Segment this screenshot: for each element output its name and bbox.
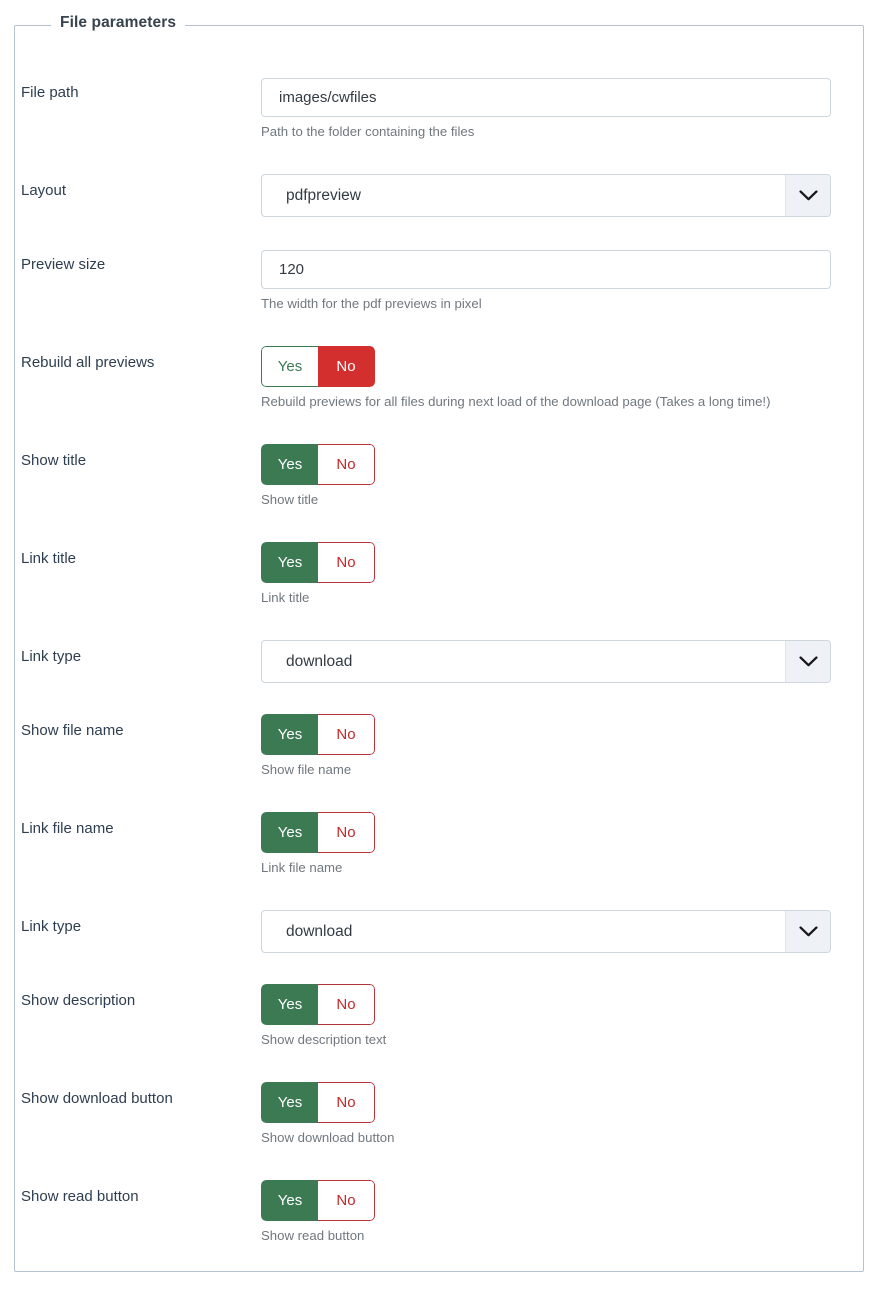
toggle-show-download-button: YesNo: [261, 1082, 375, 1123]
control-show-description: YesNo: [261, 984, 375, 1025]
chevron-down-icon[interactable]: [785, 641, 830, 682]
control-link-type-file-name: download: [261, 910, 831, 953]
control-rebuild-all-previews: YesNo: [261, 346, 375, 387]
toggle-rebuild-all-previews: YesNo: [261, 346, 375, 387]
toggle-yes-link-title[interactable]: Yes: [261, 542, 318, 583]
toggle-no-show-read-button[interactable]: No: [318, 1180, 375, 1221]
help-show-read-button: Show read button: [261, 1228, 364, 1244]
help-preview-size: The width for the pdf previews in pixel: [261, 296, 482, 312]
input-preview-size[interactable]: [261, 250, 831, 289]
select-value-link-type-title: download: [286, 641, 784, 682]
label-link-type-title: Link type: [21, 647, 256, 667]
toggle-yes-rebuild-all-previews[interactable]: Yes: [261, 346, 318, 387]
toggle-yes-show-read-button[interactable]: Yes: [261, 1180, 318, 1221]
label-link-type-file-name: Link type: [21, 917, 256, 937]
help-link-title: Link title: [261, 590, 309, 606]
select-value-link-type-file-name: download: [286, 911, 784, 952]
label-show-read-button: Show read button: [21, 1187, 256, 1207]
toggle-link-file-name: YesNo: [261, 812, 375, 853]
toggle-no-show-description[interactable]: No: [318, 984, 375, 1025]
toggle-no-show-download-button[interactable]: No: [318, 1082, 375, 1123]
help-show-title: Show title: [261, 492, 318, 508]
select-value-layout: pdfpreview: [286, 175, 784, 216]
toggle-yes-show-file-name[interactable]: Yes: [261, 714, 318, 755]
help-link-file-name: Link file name: [261, 860, 342, 876]
toggle-yes-show-description[interactable]: Yes: [261, 984, 318, 1025]
label-file-path: File path: [21, 83, 256, 103]
toggle-yes-show-download-button[interactable]: Yes: [261, 1082, 318, 1123]
help-show-file-name: Show file name: [261, 762, 351, 778]
input-file-path[interactable]: [261, 78, 831, 117]
toggle-no-link-title[interactable]: No: [318, 542, 375, 583]
toggle-no-link-file-name[interactable]: No: [318, 812, 375, 853]
label-preview-size: Preview size: [21, 255, 256, 275]
label-layout: Layout: [21, 181, 256, 201]
control-link-type-title: download: [261, 640, 831, 683]
control-show-title: YesNo: [261, 444, 375, 485]
label-show-description: Show description: [21, 991, 256, 1011]
select-layout[interactable]: pdfpreview: [261, 174, 831, 217]
toggle-show-file-name: YesNo: [261, 714, 375, 755]
toggle-show-read-button: YesNo: [261, 1180, 375, 1221]
label-rebuild-all-previews: Rebuild all previews: [21, 353, 256, 373]
help-rebuild-all-previews: Rebuild previews for all files during ne…: [261, 394, 770, 410]
label-show-download-button: Show download button: [21, 1089, 256, 1109]
toggle-no-rebuild-all-previews[interactable]: No: [318, 346, 375, 387]
select-link-type-file-name[interactable]: download: [261, 910, 831, 953]
toggle-link-title: YesNo: [261, 542, 375, 583]
label-show-title: Show title: [21, 451, 256, 471]
control-link-title: YesNo: [261, 542, 375, 583]
toggle-show-description: YesNo: [261, 984, 375, 1025]
chevron-down-icon[interactable]: [785, 175, 830, 216]
control-show-file-name: YesNo: [261, 714, 375, 755]
fieldset-legend: File parameters: [51, 14, 185, 32]
toggle-no-show-title[interactable]: No: [318, 444, 375, 485]
page-root: File parameters File path Path to the fol…: [0, 0, 878, 1315]
label-link-title: Link title: [21, 549, 256, 569]
toggle-yes-show-title[interactable]: Yes: [261, 444, 318, 485]
label-show-file-name: Show file name: [21, 721, 256, 741]
control-preview-size: [261, 250, 831, 289]
help-show-description: Show description text: [261, 1032, 386, 1048]
toggle-no-show-file-name[interactable]: No: [318, 714, 375, 755]
control-layout: pdfpreview: [261, 174, 831, 217]
toggle-show-title: YesNo: [261, 444, 375, 485]
label-link-file-name: Link file name: [21, 819, 256, 839]
chevron-down-icon[interactable]: [785, 911, 830, 952]
help-file-path: Path to the folder containing the files: [261, 124, 474, 140]
control-file-path: [261, 78, 831, 117]
control-show-read-button: YesNo: [261, 1180, 375, 1221]
control-show-download-button: YesNo: [261, 1082, 375, 1123]
help-show-download-button: Show download button: [261, 1130, 394, 1146]
control-link-file-name: YesNo: [261, 812, 375, 853]
select-link-type-title[interactable]: download: [261, 640, 831, 683]
toggle-yes-link-file-name[interactable]: Yes: [261, 812, 318, 853]
